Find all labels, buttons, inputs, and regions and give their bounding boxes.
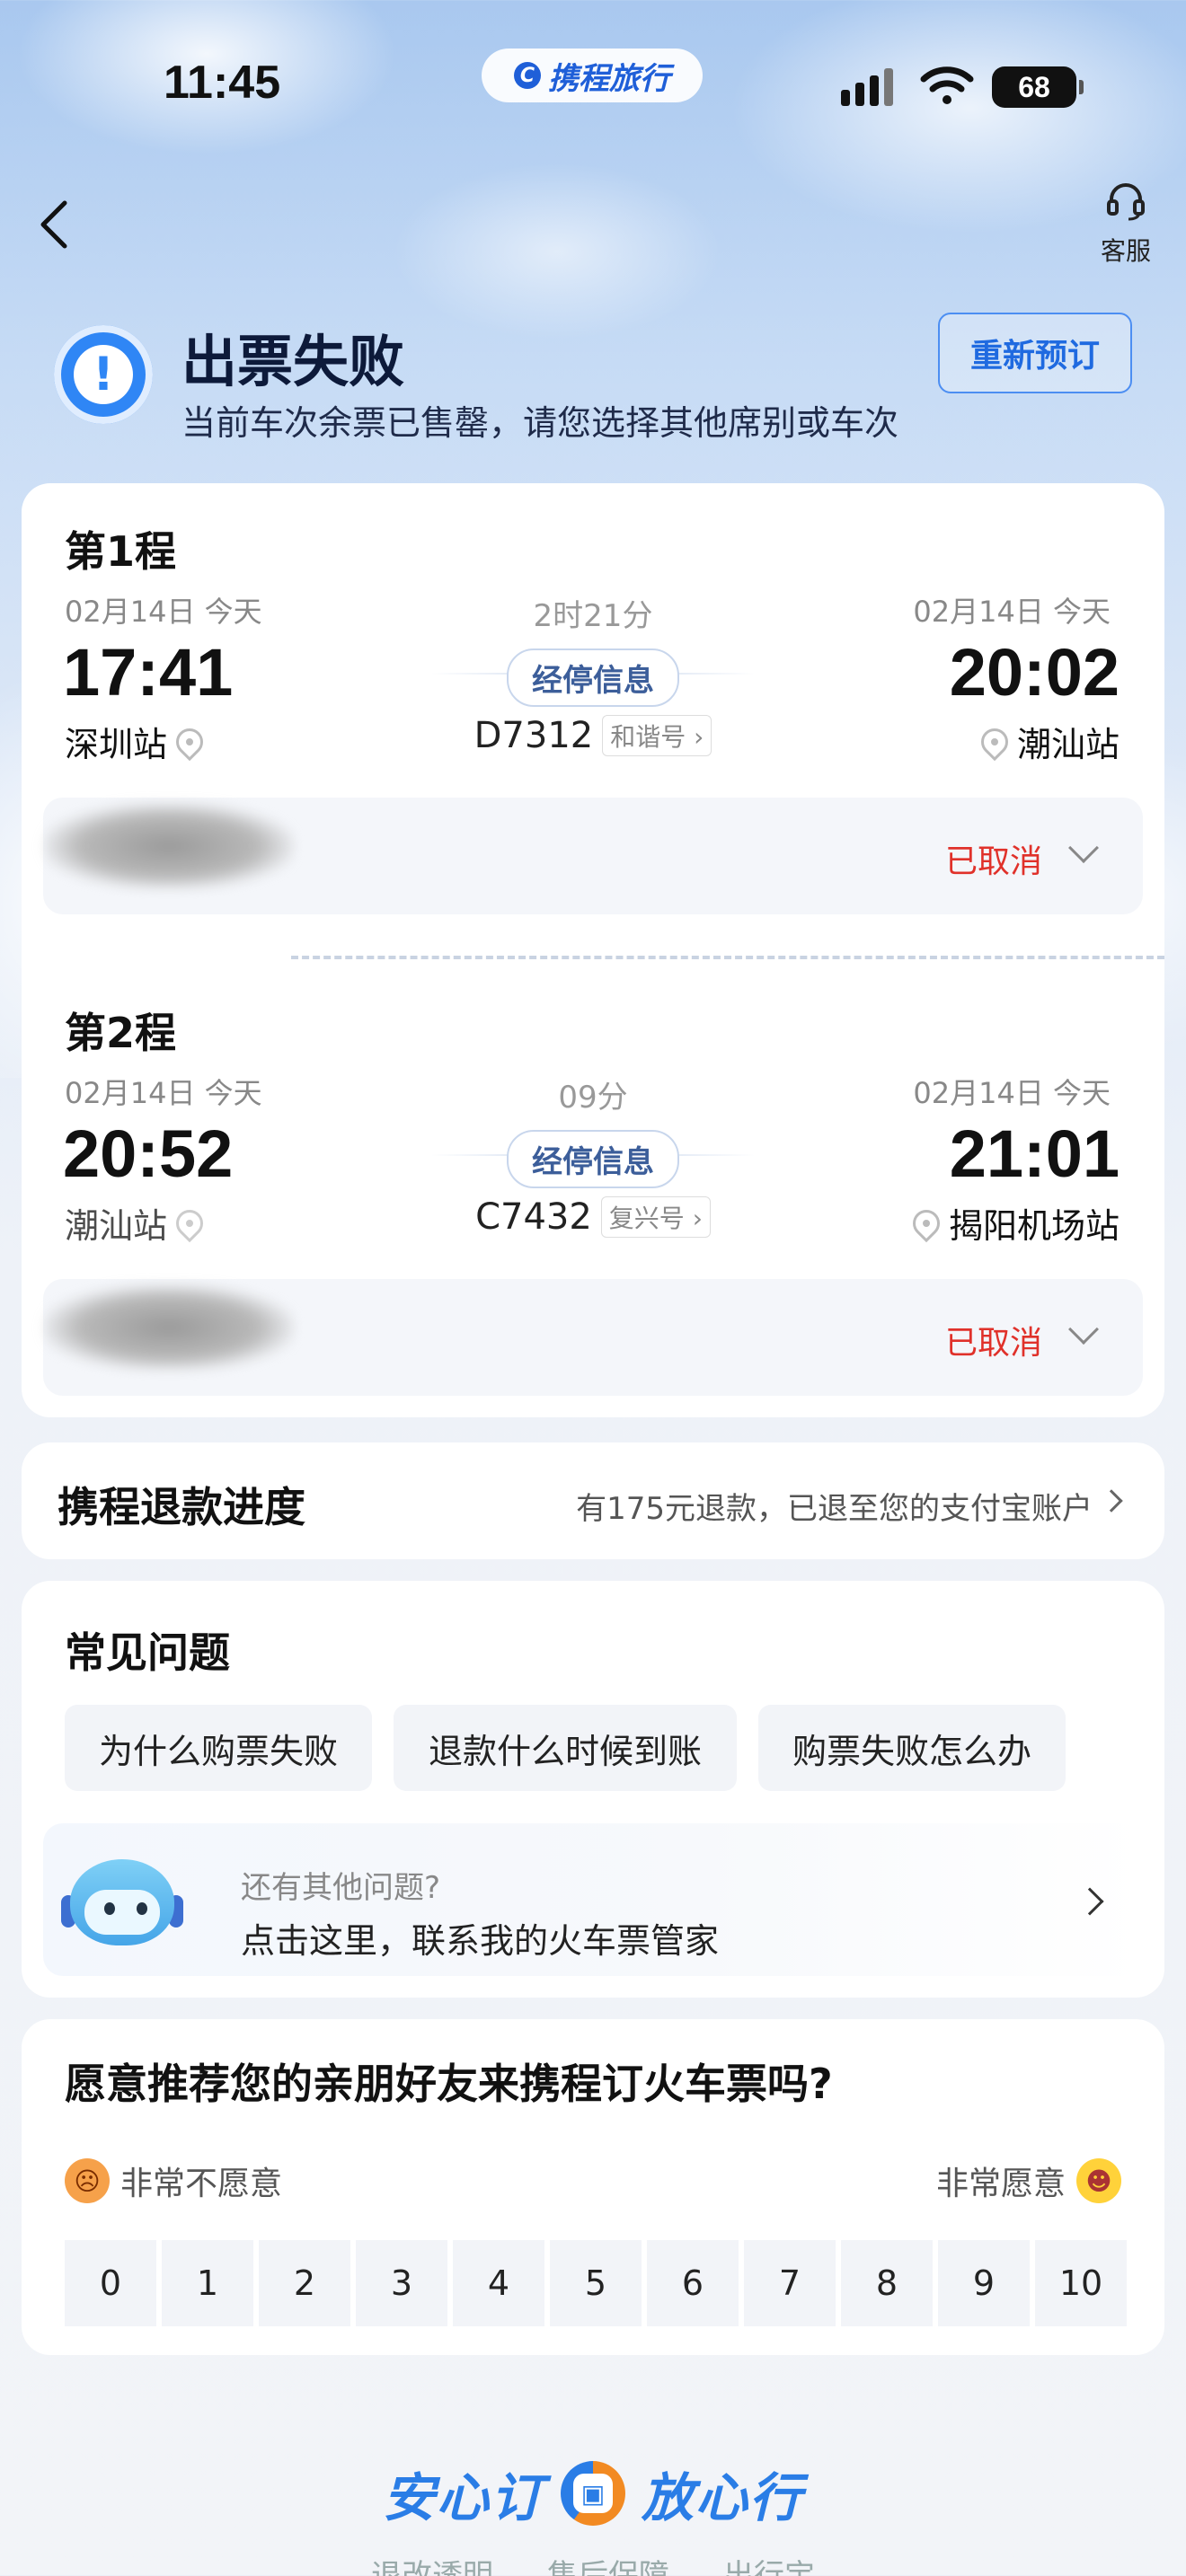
chevron-down-icon bbox=[1068, 1314, 1099, 1345]
nps-score-2[interactable]: 2 bbox=[259, 2240, 350, 2326]
train-logo-icon: ▣ bbox=[561, 2461, 625, 2526]
departure-station[interactable]: 深圳站 bbox=[65, 717, 209, 766]
ticket-status: 已取消 bbox=[944, 843, 1042, 880]
trip-title: 第1程 bbox=[65, 527, 177, 576]
nps-low-label: ☹ 非常不愿意 bbox=[65, 2157, 282, 2204]
footer-link[interactable]: 退改透明 bbox=[371, 2551, 493, 2576]
train-number: D7312 bbox=[474, 715, 594, 756]
faq-card: 常见问题 为什么购票失败 退款什么时候到账 购票失败怎么办 还有其他问题? 点击… bbox=[22, 1581, 1164, 1998]
arrival-time: 20:02 bbox=[949, 635, 1120, 710]
departure-station[interactable]: 潮汕站 bbox=[65, 1198, 209, 1248]
ticket-status: 已取消 bbox=[944, 1325, 1042, 1362]
footer-slogan: 安心订 ▣ 放心行 bbox=[0, 2456, 1186, 2531]
nps-score-7[interactable]: 7 bbox=[744, 2240, 836, 2326]
slogan-right: 放心行 bbox=[642, 2467, 804, 2528]
location-pin-icon bbox=[170, 1204, 209, 1242]
departure-time: 20:52 bbox=[63, 1116, 234, 1191]
nps-score-8[interactable]: 8 bbox=[841, 2240, 933, 2326]
departure-station-label: 潮汕站 bbox=[65, 1206, 168, 1246]
location-pin-icon bbox=[975, 722, 1014, 761]
chevron-right-icon bbox=[1075, 1887, 1104, 1916]
battery-indicator: 68 bbox=[992, 66, 1084, 108]
refund-info: 有175元退款，已退至您的支付宝账户 bbox=[576, 1491, 1093, 1527]
nps-question: 愿意推荐您的亲朋好友来携程订火车票吗? bbox=[65, 2060, 833, 2108]
arrival-station-label: 潮汕站 bbox=[1016, 725, 1120, 764]
cellular-signal-icon bbox=[841, 68, 893, 106]
rebook-button[interactable]: 重新预订 bbox=[938, 313, 1132, 393]
chevron-down-icon bbox=[1068, 833, 1099, 863]
location-pin-icon bbox=[170, 722, 209, 761]
customer-service-label: 客服 bbox=[1100, 236, 1151, 266]
back-arrow-icon[interactable] bbox=[36, 198, 72, 251]
redacted-passenger-name bbox=[43, 803, 295, 889]
contact-assistant-row[interactable]: 还有其他问题? 点击这里，联系我的火车票管家 bbox=[43, 1823, 1143, 1976]
chevron-right-icon bbox=[1100, 1489, 1123, 1513]
result-subtitle: 当前车次余票已售罄，请您选择其他席别或车次 bbox=[181, 403, 899, 443]
footer-link[interactable]: 出行宝 bbox=[723, 2551, 815, 2576]
redacted-passenger-name bbox=[43, 1284, 295, 1371]
help-action: 点击这里，联系我的火车票管家 bbox=[241, 1921, 720, 1961]
nps-score-1[interactable]: 1 bbox=[162, 2240, 253, 2326]
trip-duration: 09分 bbox=[558, 1080, 628, 1116]
faq-chip[interactable]: 退款什么时候到账 bbox=[394, 1705, 737, 1791]
nps-score-row: 0 1 2 3 4 5 6 7 8 9 10 bbox=[65, 2240, 1127, 2326]
refund-title: 携程退款进度 bbox=[58, 1483, 305, 1531]
customer-service-button[interactable]: 客服 bbox=[1094, 178, 1157, 268]
wifi-icon bbox=[920, 66, 974, 104]
train-type: 复兴号 › bbox=[600, 1196, 711, 1238]
footer-links: 退改透明 售后保障 出行宝 bbox=[0, 2551, 1186, 2576]
sad-face-icon: ☹ bbox=[65, 2158, 110, 2203]
arrival-time: 21:01 bbox=[949, 1116, 1120, 1191]
nps-high-label: 非常愿意 ☻ bbox=[936, 2157, 1121, 2204]
departure-date: 02月14日 今天 bbox=[65, 595, 262, 629]
location-pin-icon bbox=[907, 1204, 946, 1242]
train-info[interactable]: C7432 复兴号 › bbox=[413, 1196, 773, 1238]
stops-info-button[interactable]: 经停信息 bbox=[507, 648, 679, 707]
nps-score-5[interactable]: 5 bbox=[550, 2240, 642, 2326]
nps-score-10[interactable]: 10 bbox=[1035, 2240, 1127, 2326]
alert-icon: ! bbox=[54, 325, 153, 424]
arrival-station-label: 揭阳机场站 bbox=[948, 1206, 1120, 1246]
nps-survey-card: 愿意推荐您的亲朋好友来携程订火车票吗? ☹ 非常不愿意 非常愿意 ☻ 0 1 2… bbox=[22, 2019, 1164, 2355]
nps-score-3[interactable]: 3 bbox=[356, 2240, 447, 2326]
passenger-status-row[interactable]: 已取消 bbox=[43, 1279, 1143, 1396]
help-hint: 还有其他问题? bbox=[241, 1870, 441, 1906]
stops-info-button[interactable]: 经停信息 bbox=[507, 1130, 679, 1188]
arrival-station[interactable]: 揭阳机场站 bbox=[907, 1198, 1120, 1248]
ctrip-logo-icon: C bbox=[514, 62, 541, 89]
trip-divider bbox=[291, 956, 1164, 959]
laughing-face-icon: ☻ bbox=[1076, 2158, 1121, 2203]
faq-chip[interactable]: 购票失败怎么办 bbox=[758, 1705, 1066, 1791]
app-badge: C 携程旅行 bbox=[482, 49, 703, 102]
train-info[interactable]: D7312 和谐号 › bbox=[413, 715, 773, 756]
arrival-date: 02月14日 今天 bbox=[913, 595, 1111, 629]
trip-duration: 2时21分 bbox=[533, 598, 653, 634]
faq-title: 常见问题 bbox=[65, 1628, 230, 1677]
headset-icon bbox=[1107, 183, 1145, 221]
departure-date: 02月14日 今天 bbox=[65, 1076, 262, 1110]
nps-score-0[interactable]: 0 bbox=[65, 2240, 156, 2326]
trips-card: 第1程 02月14日 今天 02月14日 今天 2时21分 17:41 20:0… bbox=[22, 483, 1164, 1417]
trip-title: 第2程 bbox=[65, 1009, 177, 1057]
nps-score-9[interactable]: 9 bbox=[938, 2240, 1030, 2326]
nps-score-6[interactable]: 6 bbox=[647, 2240, 739, 2326]
faq-chip[interactable]: 为什么购票失败 bbox=[65, 1705, 372, 1791]
train-type: 和谐号 › bbox=[602, 715, 712, 756]
arrival-station[interactable]: 潮汕站 bbox=[975, 717, 1120, 766]
refund-progress-row[interactable]: 携程退款进度 有175元退款，已退至您的支付宝账户 bbox=[22, 1442, 1164, 1559]
result-title: 出票失败 bbox=[181, 329, 405, 394]
status-time: 11:45 bbox=[164, 57, 281, 109]
passenger-status-row[interactable]: 已取消 bbox=[43, 798, 1143, 914]
slogan-left: 安心订 bbox=[382, 2467, 544, 2528]
footer-link[interactable]: 售后保障 bbox=[547, 2551, 669, 2576]
train-number: C7432 bbox=[475, 1196, 592, 1238]
arrival-date: 02月14日 今天 bbox=[913, 1076, 1111, 1110]
departure-station-label: 深圳站 bbox=[65, 725, 168, 764]
nps-score-4[interactable]: 4 bbox=[453, 2240, 544, 2326]
train-mascot-icon bbox=[61, 1847, 183, 1954]
app-name: 携程旅行 bbox=[548, 60, 670, 97]
departure-time: 17:41 bbox=[63, 635, 234, 710]
